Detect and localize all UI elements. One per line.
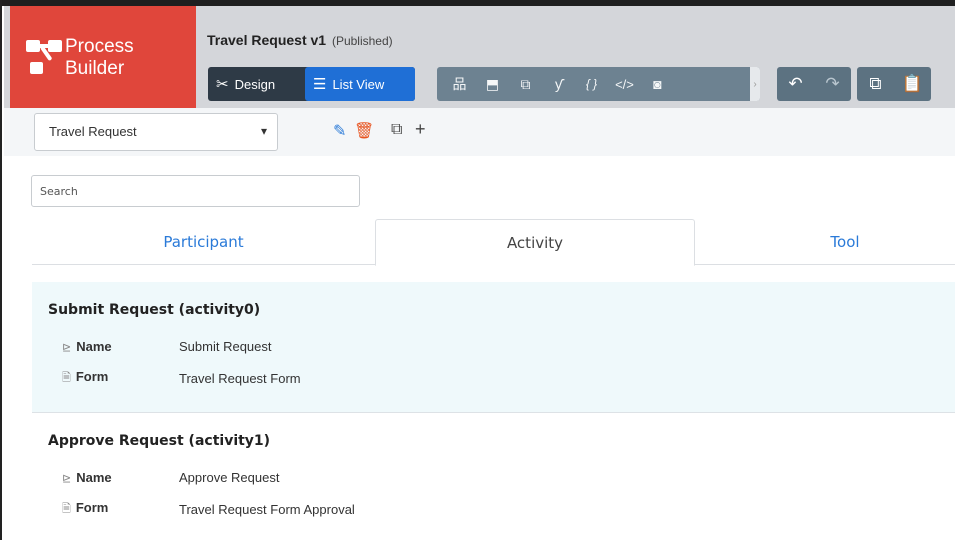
branch-button[interactable]: ƴ (542, 67, 575, 101)
activity-property-row: ⊵ Name Approve Request (62, 470, 279, 485)
name-icon: ⊵ (62, 473, 72, 485)
import-icon: ⧉ (520, 75, 531, 92)
camera-icon: ◙ (653, 76, 662, 92)
redo-icon: ↷ (825, 74, 840, 93)
name-icon: ⊵ (62, 342, 72, 354)
design-view-button[interactable]: ✂ Design (208, 67, 305, 101)
export-button[interactable]: ⬒ (476, 67, 509, 101)
code-button[interactable]: </> (608, 67, 641, 101)
tab-tool-label: Tool (830, 233, 860, 251)
copy-icon: ⧉ (869, 74, 882, 93)
delete-process-button[interactable]: 🗑 (354, 121, 374, 141)
activity-item[interactable]: Submit Request (activity0) ⊵ Name Submit … (32, 282, 955, 412)
process-title-block: Travel Request v1 (Published) (207, 32, 393, 48)
property-key: Name (76, 339, 112, 354)
org-chart-icon: 品 (452, 76, 467, 92)
publish-status: (Published) (331, 34, 393, 48)
code-icon: </> (615, 76, 634, 92)
property-key: Name (76, 470, 112, 485)
logo-text-line1: Process (65, 36, 134, 57)
activity-title: Approve Request (activity1) (48, 433, 271, 449)
add-process-button[interactable]: + (415, 119, 426, 140)
paste-icon: 📋 (901, 74, 924, 93)
property-key: Form (75, 500, 109, 515)
redo-button[interactable]: ↷ (816, 74, 850, 94)
list-view-label: List View (332, 76, 385, 92)
pencil-icon: ✎ (333, 123, 347, 140)
duplicate-process-button[interactable]: ⧉ (391, 121, 402, 139)
chevron-down-icon: ▾ (260, 124, 267, 138)
screenshot-button[interactable]: ◙ (641, 67, 674, 101)
toolbar-scroll-right[interactable]: › (750, 67, 760, 101)
json-button[interactable]: { } (575, 67, 608, 101)
trash-icon: 🗑 (354, 123, 375, 140)
paste-button[interactable]: 📋 (896, 74, 930, 94)
design-tools-icon: ✂ (216, 76, 229, 93)
property-value: Travel Request Form Approval (179, 502, 355, 517)
activity-property-row: 🗎 Form Travel Request Form Approval (62, 500, 355, 519)
process-select-value: Travel Request (49, 124, 137, 139)
clipboard-toolbar: ⧉ 📋 (857, 67, 931, 101)
edit-process-button[interactable]: ✎ (333, 121, 346, 141)
tab-bar: Participant Activity Tool (32, 219, 955, 266)
activity-property-row: 🗎 Form Travel Request Form (62, 369, 301, 388)
form-icon: 🗎 (62, 372, 71, 384)
property-value: Approve Request (179, 470, 280, 485)
process-select[interactable]: Travel Request ▾ (34, 113, 278, 151)
tools-toolbar: 品 ⬒ ⧉ ƴ { } </> ◙ › (437, 67, 760, 101)
activity-item[interactable]: Approve Request (activity1) ⊵ Name Approv… (32, 413, 955, 540)
import-button[interactable]: ⧉ (509, 67, 542, 101)
process-title: Travel Request v1 (207, 32, 327, 48)
list-icon: ☰ (313, 76, 327, 93)
duplicate-icon: ⧉ (391, 121, 403, 138)
process-builder-logo-icon (26, 40, 62, 80)
tab-participant-label: Participant (163, 233, 244, 251)
tab-participant[interactable]: Participant (32, 219, 375, 265)
export-icon: ⬒ (485, 75, 500, 92)
activity-property-row: ⊵ Name Submit Request (62, 339, 272, 354)
copy-button[interactable]: ⧉ (859, 74, 893, 94)
list-view-button[interactable]: ☰ List View (305, 67, 415, 101)
branch-icon: ƴ (555, 76, 562, 92)
plus-icon: + (415, 119, 426, 139)
property-value: Submit Request (179, 339, 272, 354)
history-toolbar: ↶ ↷ (777, 67, 851, 101)
property-key: Form (75, 369, 109, 384)
undo-button[interactable]: ↶ (779, 74, 813, 94)
logo: Process Builder (10, 6, 196, 108)
activity-title: Submit Request (activity0) (48, 302, 261, 318)
app-window: Process Builder Travel Request v1 (Publi… (0, 0, 955, 540)
chevron-right-icon: › (753, 78, 757, 90)
tab-activity[interactable]: Activity (375, 219, 695, 266)
search-input[interactable] (31, 175, 360, 207)
design-label: Design (234, 76, 276, 92)
undo-icon: ↶ (788, 74, 803, 93)
logo-text-line2: Builder (65, 58, 125, 79)
org-chart-button[interactable]: 品 (443, 67, 476, 101)
property-value: Travel Request Form (179, 371, 301, 386)
json-icon: { } (585, 77, 598, 91)
view-toggle: ✂ Design ☰ List View (208, 67, 415, 101)
form-icon: 🗎 (62, 503, 71, 515)
tab-activity-label: Activity (506, 233, 564, 252)
tab-tool[interactable]: Tool (695, 219, 955, 265)
